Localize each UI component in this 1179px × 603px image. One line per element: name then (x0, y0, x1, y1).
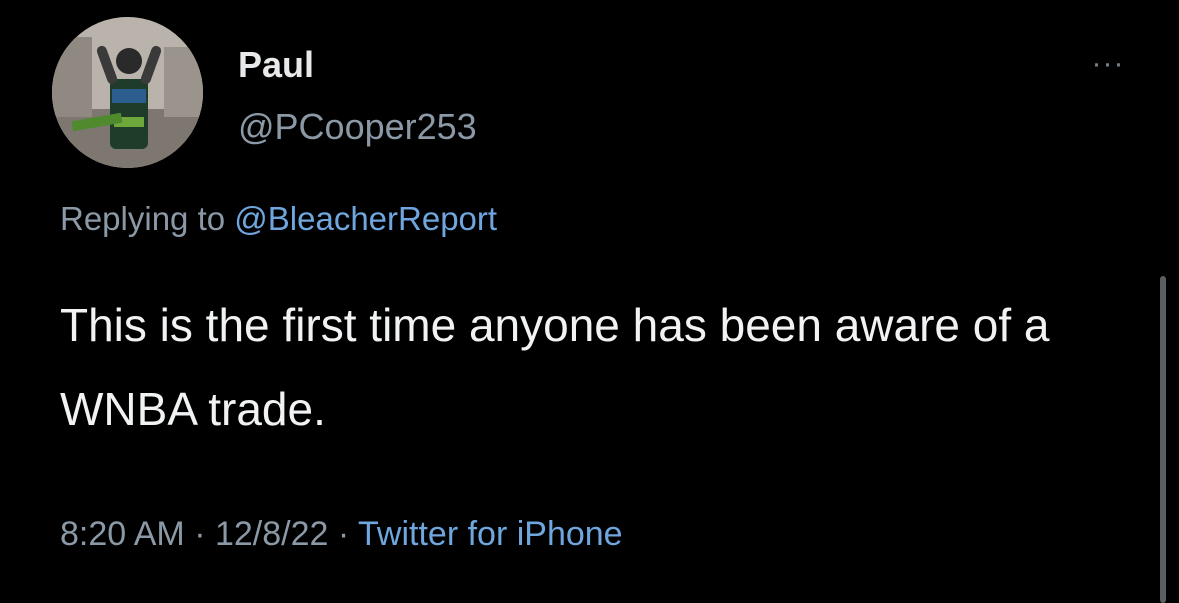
meta-separator: · (184, 515, 215, 553)
reply-handle-link[interactable]: @BleacherReport (234, 200, 497, 237)
avatar[interactable] (52, 17, 203, 168)
tweet-card: Paul @PCooper253 ··· Replying to @Bleach… (0, 0, 1179, 603)
more-options-button[interactable]: ··· (1086, 49, 1130, 80)
user-avatar-photo-icon (52, 17, 203, 168)
tweet-date[interactable]: 12/8/22 (215, 515, 328, 553)
scrollbar[interactable] (1160, 276, 1166, 603)
tweet-time[interactable]: 8:20 AM (60, 515, 185, 553)
tweet-metadata: 8:20 AM · 12/8/22 · Twitter for iPhone (60, 515, 623, 554)
author-name[interactable]: Paul (238, 44, 314, 86)
tweet-source-link[interactable]: Twitter for iPhone (358, 515, 623, 553)
author-handle[interactable]: @PCooper253 (238, 106, 477, 148)
meta-separator: · (328, 515, 359, 553)
reply-context: Replying to @BleacherReport (60, 200, 497, 238)
reply-prefix: Replying to (60, 200, 235, 237)
more-horizontal-icon: ··· (1091, 47, 1125, 80)
tweet-text: This is the first time anyone has been a… (60, 299, 1050, 435)
